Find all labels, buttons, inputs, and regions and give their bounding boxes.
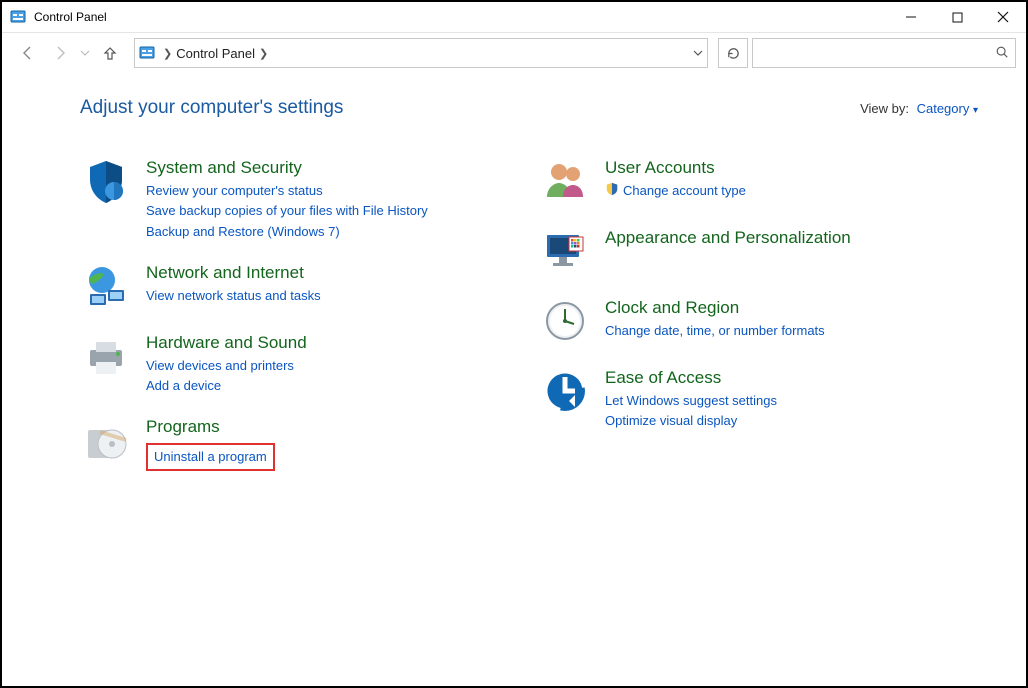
view-by-control[interactable]: View by: Category ▾ [860,101,978,116]
user-accounts-icon[interactable] [539,155,591,207]
page-title: Adjust your computer's settings [80,97,343,119]
link-date-time-formats[interactable]: Change date, time, or number formats [605,321,825,341]
ease-of-access-icon[interactable] [539,365,591,417]
category-heading[interactable]: Programs [146,414,275,440]
category-heading[interactable]: Hardware and Sound [146,330,307,356]
refresh-button[interactable] [718,38,748,68]
window-title: Control Panel [34,10,107,24]
search-input[interactable] [752,38,1016,68]
view-by-label: View by: [860,101,909,116]
breadcrumb-chevron-icon[interactable]: ❯ [255,47,272,60]
globe-network-icon[interactable] [80,260,132,312]
nav-bar: ❯ Control Panel ❯ [2,33,1026,73]
link-devices-printers[interactable]: View devices and printers [146,356,307,376]
back-button[interactable] [14,39,42,67]
search-icon [995,45,1009,62]
close-button[interactable] [980,2,1026,32]
highlighted-annotation: Uninstall a program [146,443,275,471]
printer-icon[interactable] [80,330,132,382]
view-by-value: Category [917,101,970,116]
chevron-down-icon: ▾ [973,105,978,116]
address-dropdown-icon[interactable] [693,46,703,61]
clock-icon[interactable] [539,295,591,347]
category-heading[interactable]: Network and Internet [146,260,321,286]
control-panel-icon [10,9,26,25]
category-heading[interactable]: Appearance and Personalization [605,225,851,251]
window-controls [888,2,1026,32]
link-backup-restore[interactable]: Backup and Restore (Windows 7) [146,222,428,242]
address-bar[interactable]: ❯ Control Panel ❯ [134,38,708,68]
category-hardware-sound: Hardware and Sound View devices and prin… [80,330,519,397]
category-ease-of-access: Ease of Access Let Windows suggest setti… [539,365,978,432]
breadcrumb-chevron-icon[interactable]: ❯ [159,47,176,60]
content-area: Adjust your computer's settings View by:… [2,73,1026,686]
category-programs: Programs Uninstall a program [80,414,519,470]
category-heading[interactable]: Ease of Access [605,365,777,391]
breadcrumb-location[interactable]: Control Panel [176,46,255,61]
category-clock-region: Clock and Region Change date, time, or n… [539,295,978,347]
programs-disc-icon[interactable] [80,414,132,466]
link-review-status[interactable]: Review your computer's status [146,181,428,201]
link-windows-suggest[interactable]: Let Windows suggest settings [605,391,777,411]
maximize-button[interactable] [934,2,980,32]
link-change-account-type[interactable]: Change account type [605,181,746,202]
monitor-appearance-icon[interactable] [539,225,591,277]
category-network-internet: Network and Internet View network status… [80,260,519,312]
link-optimize-display[interactable]: Optimize visual display [605,411,777,431]
category-user-accounts: User Accounts Change account type [539,155,978,207]
link-network-status[interactable]: View network status and tasks [146,286,321,306]
link-uninstall-program[interactable]: Uninstall a program [154,449,267,464]
category-heading[interactable]: System and Security [146,155,428,181]
title-bar: Control Panel [2,2,1026,33]
category-appearance-personalization: Appearance and Personalization [539,225,978,277]
link-add-device[interactable]: Add a device [146,376,307,396]
minimize-button[interactable] [888,2,934,32]
up-button[interactable] [96,39,124,67]
shield-icon[interactable] [80,155,132,207]
category-heading[interactable]: Clock and Region [605,295,825,321]
category-heading[interactable]: User Accounts [605,155,746,181]
uac-shield-icon [605,182,619,202]
recent-dropdown-icon[interactable] [78,39,92,67]
forward-button[interactable] [46,39,74,67]
category-system-security: System and Security Review your computer… [80,155,519,242]
control-panel-icon [139,45,155,61]
link-file-history[interactable]: Save backup copies of your files with Fi… [146,201,428,221]
